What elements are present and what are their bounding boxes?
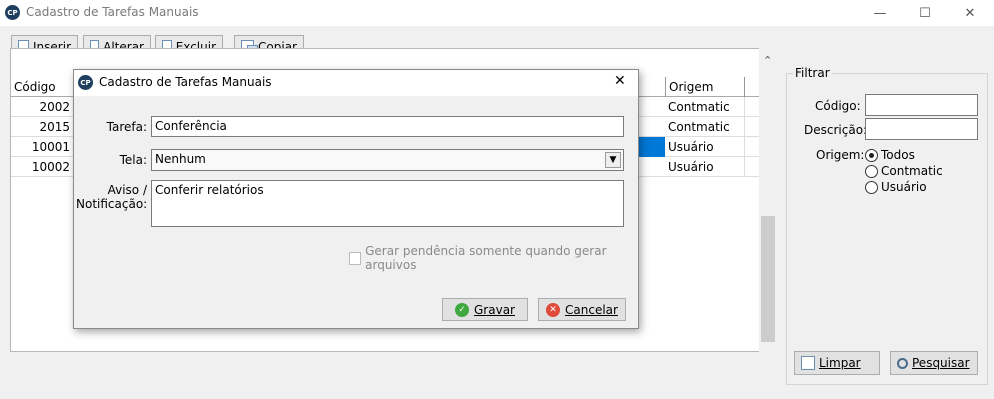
task-input[interactable]: Conferência — [151, 116, 624, 137]
screen-label: Tela: — [119, 153, 147, 167]
magnifier-icon — [897, 357, 908, 369]
radio-icon — [865, 180, 878, 194]
radio-contmatic[interactable]: Contmatic — [865, 164, 943, 178]
cell-code: 2002 — [39, 100, 70, 114]
filter-description-input[interactable] — [865, 118, 978, 140]
scroll-up-arrow-icon[interactable]: ⌃ — [763, 54, 772, 67]
task-dialog: CP Cadastro de Tarefas Manuais ✕ Tarefa:… — [73, 69, 639, 329]
screen-select[interactable]: Nenhum ▼ — [151, 149, 624, 171]
radio-selected-icon — [865, 148, 878, 162]
minimize-button[interactable]: — — [857, 0, 903, 26]
radio-icon — [865, 164, 878, 178]
cancel-label: Cancelar — [565, 302, 618, 317]
column-header-origin[interactable]: Origem — [665, 77, 745, 97]
cell-origin: Usuário — [665, 137, 745, 157]
search-label: Pesquisar — [912, 356, 970, 370]
radio-usuario[interactable]: Usuário — [865, 180, 927, 194]
save-label: Gravar — [474, 302, 515, 317]
cancel-icon: ✕ — [546, 302, 561, 317]
dialog-title-bar: CP Cadastro de Tarefas Manuais ✕ — [74, 70, 638, 96]
notice-textarea[interactable]: Conferir relatórios — [151, 180, 624, 227]
task-label: Tarefa: — [106, 120, 147, 134]
checkbox-icon — [349, 251, 362, 265]
filter-code-label: Código: — [815, 99, 861, 113]
chevron-down-icon[interactable]: ▼ — [605, 152, 621, 168]
cell-origin: Contmatic — [665, 97, 745, 117]
notice-label-line2: Notificação: — [76, 197, 148, 211]
save-button[interactable]: ✓ Gravar — [442, 298, 528, 321]
app-logo-icon: CP — [5, 5, 20, 20]
checkmark-icon: ✓ — [455, 302, 469, 317]
notice-label-line1: Aviso / — [107, 183, 147, 197]
cell-code: 10002 — [31, 160, 70, 174]
selection-highlight — [639, 137, 665, 157]
filter-origin-label: Origem: — [816, 148, 865, 162]
column-header-code[interactable]: Código — [11, 77, 71, 97]
window-title: Cadastro de Tarefas Manuais — [26, 5, 199, 19]
clear-button[interactable]: Limpar — [794, 351, 880, 375]
dialog-logo-icon: CP — [78, 75, 93, 90]
screen-select-value: Nenhum — [155, 152, 206, 166]
cell-origin: Contmatic — [665, 117, 745, 137]
pending-checkbox-label: Gerar pendência somente quando gerar arq… — [365, 244, 607, 272]
dialog-title: Cadastro de Tarefas Manuais — [99, 75, 272, 89]
cell-code: 10001 — [31, 140, 70, 154]
clear-label: Limpar — [819, 356, 861, 370]
cell-code: 2015 — [39, 120, 70, 134]
filter-title: Filtrar — [793, 66, 832, 80]
window-title-bar: CP Cadastro de Tarefas Manuais — ☐ ✕ — [0, 0, 994, 26]
maximize-button[interactable]: ☐ — [902, 0, 948, 26]
close-button[interactable]: ✕ — [947, 0, 993, 26]
radio-label: Usuário — [881, 180, 927, 194]
radio-todos[interactable]: Todos — [865, 148, 915, 162]
dialog-close-button[interactable]: ✕ — [614, 73, 626, 89]
radio-label: Contmatic — [881, 164, 943, 178]
clear-icon — [801, 356, 815, 370]
filter-description-label: Descrição: — [804, 123, 868, 137]
scroll-thumb[interactable] — [761, 216, 775, 342]
radio-label: Todos — [881, 148, 915, 162]
notice-label: Aviso / Notificação: — [76, 183, 147, 211]
pending-checkbox[interactable]: Gerar pendência somente quando gerar arq… — [349, 244, 638, 272]
cancel-button[interactable]: ✕ Cancelar — [538, 298, 626, 321]
cell-origin: Usuário — [665, 157, 745, 177]
filter-code-input[interactable] — [865, 94, 978, 116]
search-button[interactable]: Pesquisar — [890, 351, 978, 375]
